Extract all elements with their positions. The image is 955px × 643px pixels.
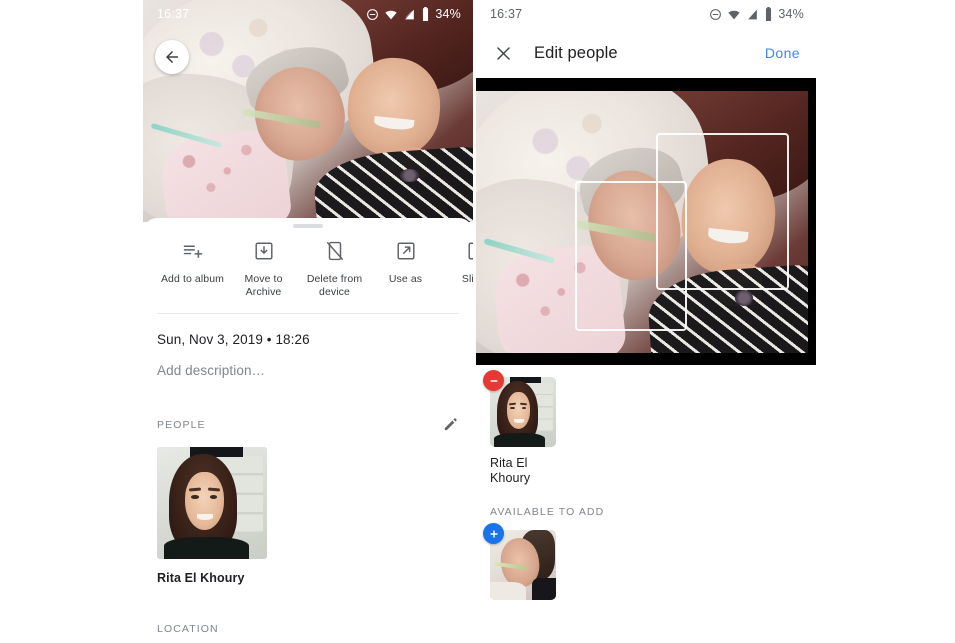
action-delete-from-device[interactable]: Delete from device: [299, 238, 370, 299]
list-item[interactable]: Rita El Khoury: [483, 370, 556, 486]
minus-circle-icon: [490, 379, 497, 382]
action-label: Delete from device: [306, 273, 363, 298]
add-description-field[interactable]: Add description…: [157, 363, 459, 378]
tagged-people-section: Rita El Khoury: [476, 365, 816, 486]
signal-icon: [748, 9, 758, 19]
app-bar: Edit people Done: [476, 28, 816, 78]
close-icon: [496, 46, 510, 60]
status-icons: 34%: [366, 7, 461, 21]
available-section-header: AVAILABLE TO ADD: [476, 502, 816, 520]
use-as-icon: [395, 238, 417, 264]
action-use-as[interactable]: Use as: [370, 238, 441, 286]
edit-people-button[interactable]: [442, 416, 459, 433]
detail-sheet: Add to album Move to Archive Delete from…: [143, 218, 473, 643]
metadata-block: Sun, Nov 3, 2019 • 18:26 Add description…: [143, 314, 473, 378]
remove-badge[interactable]: [483, 370, 504, 391]
list-item[interactable]: [483, 523, 556, 600]
battery-percent: 34%: [778, 7, 804, 21]
status-bar: 16:37 34%: [476, 0, 816, 28]
close-button[interactable]: [490, 40, 516, 66]
people-list: Rita El Khoury: [143, 433, 473, 585]
dnd-icon: [367, 8, 379, 20]
photo-detail-screen: 16:37 34% Add to album Move to Archive D…: [143, 0, 473, 643]
slideshow-icon: [466, 238, 473, 264]
wifi-icon: [385, 10, 398, 19]
location-section-header: LOCATION: [143, 619, 473, 637]
section-title-people: PEOPLE: [157, 418, 206, 431]
action-move-to-archive[interactable]: Move to Archive: [228, 238, 299, 299]
face-box-woman[interactable]: [656, 132, 789, 291]
battery-icon: [423, 7, 429, 21]
action-slideshow[interactable]: Slides: [441, 238, 473, 286]
status-bar: 16:37 34%: [143, 0, 473, 28]
add-to-album-icon: [182, 238, 204, 264]
people-section-header: PEOPLE: [143, 416, 473, 433]
status-clock: 16:37: [490, 7, 523, 21]
done-button[interactable]: Done: [765, 45, 800, 61]
action-bar: Add to album Move to Archive Delete from…: [157, 228, 473, 299]
tagged-people-list: Rita El Khoury: [483, 370, 816, 486]
battery-icon: [766, 7, 772, 21]
available-faces-list: [483, 523, 816, 600]
signal-icon: [405, 9, 415, 19]
edit-photo-viewport[interactable]: [476, 78, 816, 365]
action-label: Use as: [388, 273, 423, 285]
person-thumbnail[interactable]: [157, 447, 267, 559]
section-title-location: LOCATION: [157, 623, 219, 635]
archive-icon: [253, 238, 275, 264]
battery-percent: 34%: [435, 7, 461, 21]
hero-photo[interactable]: 16:37 34%: [143, 0, 473, 222]
dnd-icon: [710, 8, 722, 20]
wifi-icon: [728, 10, 741, 19]
person-name: Rita El Khoury: [157, 571, 245, 585]
list-item[interactable]: Rita El Khoury: [157, 447, 267, 585]
plus-circle-icon: [490, 530, 497, 537]
add-badge[interactable]: [483, 523, 504, 544]
arrow-back-icon: [166, 51, 178, 63]
pencil-icon: [444, 418, 457, 431]
action-label: Add to album: [160, 273, 225, 285]
available-faces-section: [476, 520, 816, 600]
status-icons: 34%: [709, 7, 804, 21]
action-add-to-album[interactable]: Add to album: [157, 238, 228, 286]
section-title-available: AVAILABLE TO ADD: [490, 506, 605, 518]
delete-device-icon: [324, 238, 346, 264]
screenshot-root: 16:37 34% Add to album Move to Archive D…: [0, 0, 955, 643]
photo-artwork: [143, 0, 473, 222]
page-title: Edit people: [534, 43, 618, 62]
photo-datetime: Sun, Nov 3, 2019 • 18:26: [157, 332, 310, 347]
status-clock: 16:37: [157, 7, 190, 21]
person-name: Rita El Khoury: [490, 456, 531, 485]
action-label: Move to Archive: [244, 273, 283, 298]
back-button[interactable]: [155, 40, 189, 74]
edit-people-screen: 16:37 34% Edit people Done Rita El Khour…: [476, 0, 816, 643]
action-label: Slides: [461, 273, 473, 285]
